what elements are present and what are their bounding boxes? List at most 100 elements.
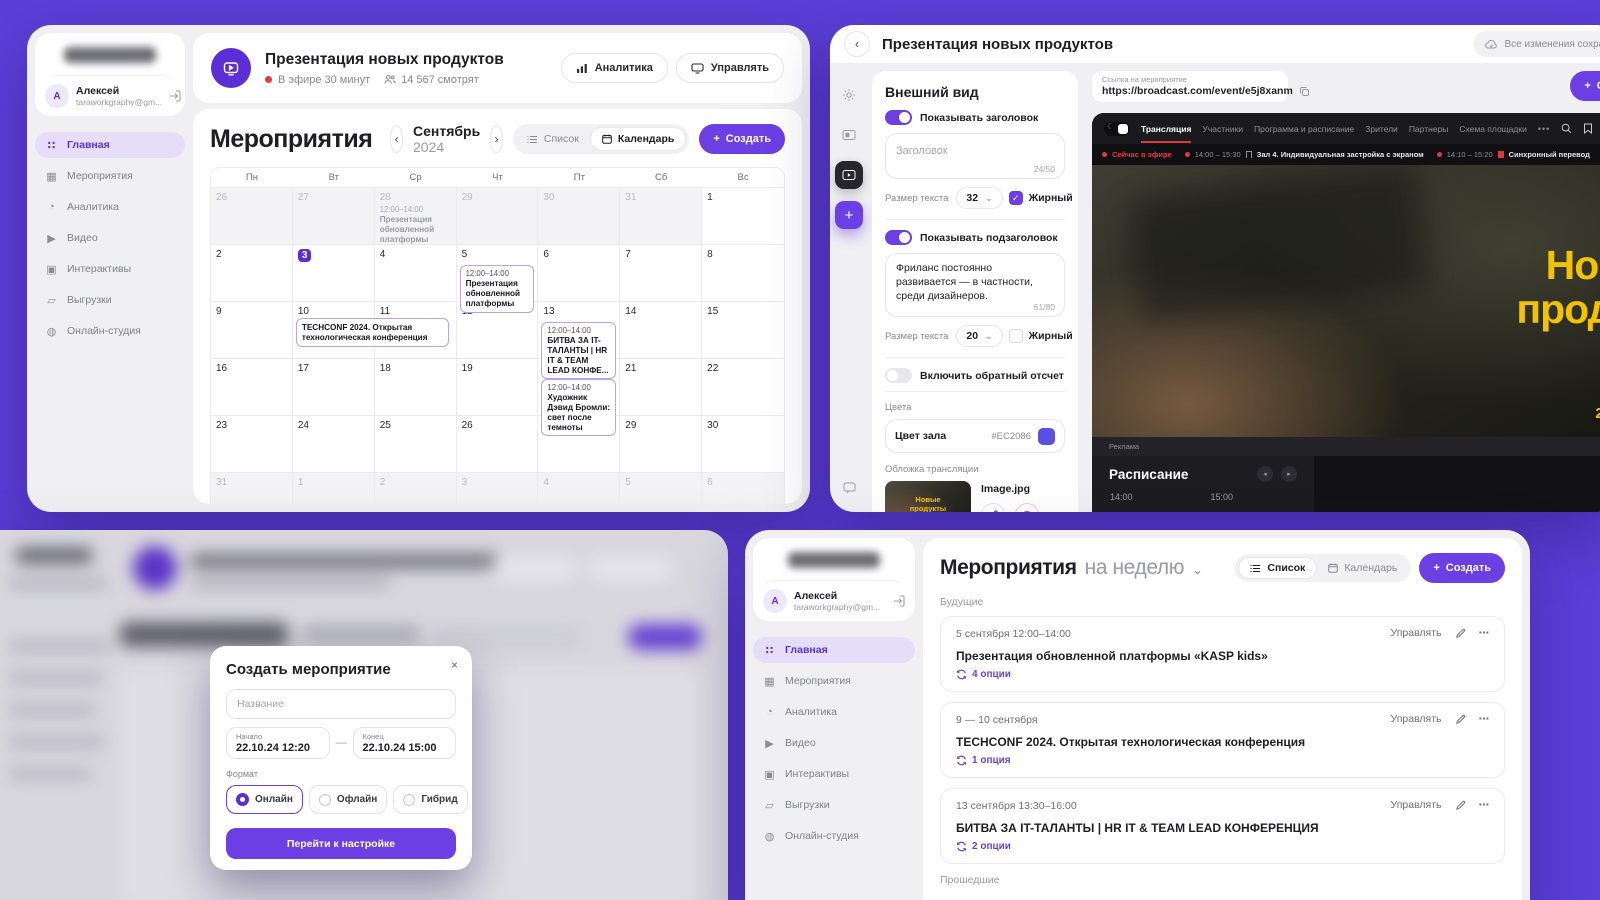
- edit-cover-button[interactable]: [981, 503, 1005, 512]
- manage-link[interactable]: Управлять: [1391, 627, 1442, 639]
- calendar-day-cell[interactable]: 16: [211, 359, 293, 416]
- calendar-event[interactable]: 12:00–14:00 Презентация обновленной плат…: [459, 265, 535, 313]
- calendar-day-cell[interactable]: 13 12:00–14:00 БИТВА ЗА IT-ТАЛАНТЫ | HR …: [538, 302, 621, 380]
- event-options[interactable]: 1 опция: [956, 755, 1489, 766]
- calendar-event[interactable]: TECHCONF 2024. Открытая технологическая …: [295, 318, 450, 347]
- calendar-day-cell[interactable]: 3: [456, 473, 539, 504]
- title-size-dropdown[interactable]: 32 ⌄: [956, 187, 1003, 209]
- view-list-option[interactable]: Список: [1238, 557, 1318, 579]
- sidebar-item[interactable]: ▱ Выгрузки: [753, 792, 915, 818]
- calendar-day-cell[interactable]: 17: [292, 359, 375, 416]
- calendar-day-cell[interactable]: 30: [538, 188, 621, 245]
- sidebar-item[interactable]: ▦ Мероприятия: [753, 668, 915, 694]
- sidebar-item[interactable]: ▦ Мероприятия: [35, 163, 185, 189]
- calendar-day-cell[interactable]: 1: [292, 473, 375, 504]
- calendar-day-cell[interactable]: 8: [702, 245, 784, 302]
- calendar-day-cell[interactable]: 4: [538, 473, 621, 504]
- calendar-day-cell[interactable]: 9: [211, 302, 293, 359]
- subtitle-size-dropdown[interactable]: 20 ⌄: [956, 325, 1003, 347]
- event-card[interactable]: 9 — 10 сентября TECHCONF 2024. Открытая …: [940, 702, 1505, 778]
- calendar-event[interactable]: 12:00–14:00 БИТВА ЗА IT-ТАЛАНТЫ | HR IT …: [541, 322, 617, 380]
- go-to-setup-button[interactable]: Перейти к настройке: [226, 828, 456, 859]
- manage-link[interactable]: Управлять: [1391, 713, 1442, 725]
- calendar-day-cell[interactable]: 28 12:00–14:00 Презентация обновленной п…: [374, 188, 457, 254]
- subtitle-bold-checkbox[interactable]: ✓: [1008, 329, 1023, 343]
- sidebar-item[interactable]: ∷ Главная: [35, 132, 185, 158]
- close-icon[interactable]: ×: [451, 658, 458, 672]
- calendar-day-cell[interactable]: 3: [292, 245, 375, 302]
- calendar-day-cell[interactable]: 29: [620, 416, 703, 473]
- logout-icon[interactable]: [169, 90, 181, 102]
- calendar-day-cell[interactable]: 6: [538, 245, 621, 302]
- sidebar-item[interactable]: ◔ Аналитика: [35, 194, 185, 220]
- format-radio-option[interactable]: Гибрид: [393, 785, 468, 814]
- calendar-day-cell[interactable]: 10 TECHCONF 2024. Открытая технологическ…: [292, 302, 450, 359]
- more-options-icon[interactable]: ⋯: [1479, 627, 1491, 639]
- calendar-day-cell[interactable]: 26: [456, 416, 539, 473]
- schedule-next-button[interactable]: ▸: [1281, 466, 1297, 482]
- user-card[interactable]: А Алексей taraworkgraphy@gm...: [763, 580, 905, 613]
- manage-link[interactable]: Управлять: [1391, 799, 1442, 811]
- subtitle-input-box[interactable]: Фриланс постоянно развивается — в частно…: [885, 253, 1065, 317]
- stream-video-area[interactable]: Новые продукты 2025: [1092, 165, 1600, 437]
- calendar-day-cell[interactable]: 23: [211, 416, 293, 473]
- calendar-day-cell[interactable]: 25: [374, 416, 457, 473]
- view-calendar-option[interactable]: Календарь: [589, 127, 687, 151]
- calendar-day-cell[interactable]: 5 12:00–14:00 Презентация обновленной пл…: [456, 245, 539, 313]
- sidebar-item[interactable]: ∷ Главная: [753, 637, 915, 663]
- back-button[interactable]: ‹: [844, 31, 870, 57]
- sidebar-item[interactable]: ▶ Видео: [753, 730, 915, 756]
- calendar-day-cell[interactable]: 27: [292, 188, 375, 245]
- hall-color-row[interactable]: Цвет зала #EC2086: [885, 419, 1065, 453]
- calendar-day-cell[interactable]: 15: [702, 302, 784, 359]
- chat-tool-icon[interactable]: [835, 474, 863, 502]
- format-radio-option[interactable]: Офлайн: [308, 785, 388, 814]
- event-link-card[interactable]: Ссылка на мероприятие https://broadcast.…: [1092, 71, 1309, 102]
- tabs-overflow-icon[interactable]: •••: [1538, 124, 1550, 134]
- sidebar-item[interactable]: ▣ Интерактивы: [35, 256, 185, 282]
- view-list-option[interactable]: Список: [516, 127, 590, 151]
- pencil-icon[interactable]: [1455, 628, 1466, 639]
- event-name-input[interactable]: [237, 698, 445, 710]
- cover-thumbnail[interactable]: Новые продукты: [885, 481, 971, 512]
- calendar-day-cell[interactable]: 26: [211, 188, 293, 245]
- event-name-field[interactable]: [226, 689, 456, 719]
- title-input[interactable]: [896, 145, 1054, 157]
- calendar-day-cell[interactable]: 2: [211, 245, 293, 302]
- calendar-day-cell[interactable]: 18: [374, 359, 457, 416]
- preview-tab[interactable]: Схема площадки: [1459, 124, 1527, 134]
- calendar-day-cell[interactable]: 7: [620, 245, 703, 302]
- event-card[interactable]: 13 сентября 13:30–16:00 БИТВА ЗА IT-ТАЛА…: [940, 788, 1505, 864]
- copy-link-icon[interactable]: [1299, 86, 1310, 97]
- search-icon[interactable]: [1561, 123, 1572, 134]
- analytics-button[interactable]: Аналитика: [560, 53, 668, 83]
- preview-tab[interactable]: Зрители: [1365, 124, 1398, 134]
- calendar-day-cell[interactable]: 19: [456, 359, 539, 416]
- calendar-day-cell[interactable]: 21: [620, 359, 703, 416]
- calendar-day-cell[interactable]: 6: [702, 473, 784, 504]
- create-event-button[interactable]: + Создать: [1419, 553, 1505, 583]
- calendar-day-cell[interactable]: 31: [620, 188, 703, 245]
- calendar-day-cell[interactable]: 24: [292, 416, 375, 473]
- calendar-event[interactable]: 12:00–14:00 Художник Дэвид Бромли: свет …: [541, 379, 617, 437]
- sidebar-item[interactable]: ▶ Видео: [35, 225, 185, 251]
- theme-toggle[interactable]: [1104, 121, 1130, 136]
- sidebar-item[interactable]: ◍ Онлайн-студия: [753, 823, 915, 849]
- preview-tab[interactable]: Участники: [1202, 124, 1243, 134]
- broadcast-tool-button[interactable]: [835, 161, 863, 189]
- calendar-day-cell[interactable]: 4: [374, 245, 457, 302]
- ticker-item[interactable]: 14:00 – 15:30 Зал 4. Индивидуальная заст…: [1184, 150, 1424, 159]
- hall-color-swatch[interactable]: [1038, 427, 1055, 445]
- sidebar-item[interactable]: ▣ Интерактивы: [753, 761, 915, 787]
- pencil-icon[interactable]: [1455, 800, 1466, 811]
- manage-button[interactable]: Управлять: [675, 53, 784, 83]
- settings-gear-icon[interactable]: [835, 81, 863, 109]
- calendar-day-cell[interactable]: 2: [374, 473, 457, 504]
- create-event-button[interactable]: + Создать: [699, 124, 785, 154]
- bookmark-icon[interactable]: [1583, 123, 1593, 134]
- countdown-toggle[interactable]: [885, 368, 912, 383]
- title-bold-checkbox[interactable]: ✓: [1008, 191, 1023, 205]
- calendar-day-cell[interactable]: 14: [620, 302, 703, 359]
- next-month-button[interactable]: ›: [490, 125, 503, 153]
- event-card[interactable]: 5 сентября 12:00–14:00 Презентация обнов…: [940, 616, 1505, 692]
